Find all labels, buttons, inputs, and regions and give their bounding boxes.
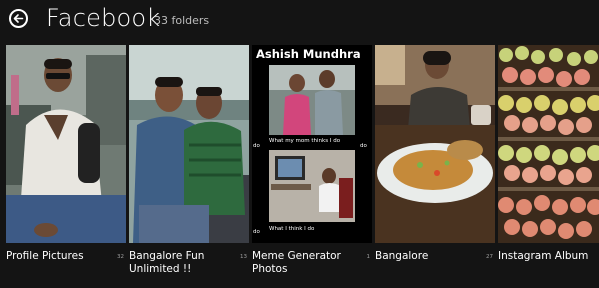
folder-thumbnail: Ashish Mundhra What my mom thinks I do W… xyxy=(252,45,372,243)
meme-caption-top: What my mom thinks I do xyxy=(269,138,341,144)
photo-image xyxy=(498,45,599,243)
folder-label: Profile Pictures xyxy=(6,250,84,262)
photo-image xyxy=(375,45,495,243)
folder-label: Instagram Album xyxy=(498,250,589,262)
folder-count-badge: 1 xyxy=(366,254,371,260)
folder-tile-profile-pictures[interactable]: Profile Pictures 32 xyxy=(6,45,126,285)
meme-side-text: do xyxy=(253,143,260,149)
folder-label: Meme Generator Photos xyxy=(252,250,341,275)
folder-count-badge: 32 xyxy=(117,254,124,260)
meme-photo-top xyxy=(269,65,355,135)
folder-label: Bangalore xyxy=(375,250,429,262)
folder-thumbnail xyxy=(129,45,249,243)
meme-caption-bottom: What I think I do xyxy=(269,226,315,232)
back-button[interactable] xyxy=(9,9,28,28)
folder-count-badge: 13 xyxy=(240,254,247,260)
page-title: Facebook xyxy=(46,4,161,32)
folder-count: 33 folders xyxy=(154,14,210,27)
folder-thumbnail xyxy=(375,45,495,243)
meme-photo-bottom xyxy=(269,150,355,222)
folder-tile-instagram-album[interactable]: Instagram Album xyxy=(498,45,599,285)
meme-side-text: do xyxy=(360,143,367,149)
photo-image xyxy=(6,45,126,243)
folder-label: Bangalore Fun Unlimited !! xyxy=(129,250,205,275)
app-header: Facebook 33 folders xyxy=(0,0,599,42)
folder-count-badge: 27 xyxy=(486,254,493,260)
folder-tile-bangalore[interactable]: Bangalore 27 xyxy=(375,45,495,285)
back-arrow-icon xyxy=(13,14,24,23)
folder-thumbnail xyxy=(6,45,126,243)
folder-strip: Profile Pictures 32 Bangalore Fun Unlimi… xyxy=(6,45,599,285)
folder-tile-meme-generator[interactable]: Ashish Mundhra What my mom thinks I do W… xyxy=(252,45,372,285)
folder-thumbnail xyxy=(498,45,599,243)
folder-tile-bangalore-fun[interactable]: Bangalore Fun Unlimited !! 13 xyxy=(129,45,249,285)
photo-image xyxy=(129,45,249,243)
meme-title: Ashish Mundhra xyxy=(256,47,361,61)
meme-side-text: do xyxy=(253,229,260,235)
